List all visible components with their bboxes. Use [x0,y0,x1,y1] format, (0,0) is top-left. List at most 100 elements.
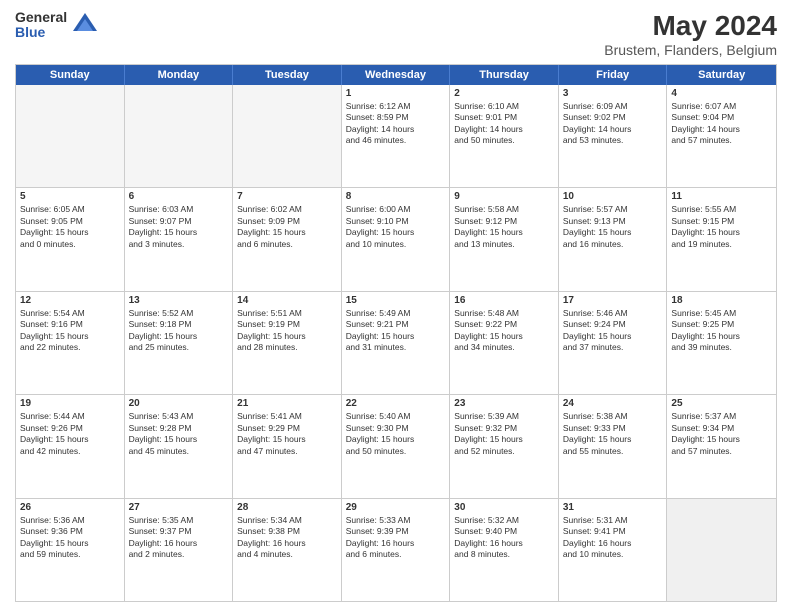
main-title: May 2024 [604,10,777,42]
calendar-cell [233,85,342,187]
cell-content: Sunrise: 6:12 AM Sunset: 8:59 PM Dayligh… [346,101,446,147]
calendar-cell: 25Sunrise: 5:37 AM Sunset: 9:34 PM Dayli… [667,395,776,497]
calendar-row: 26 Sunrise: 5:36 AM Sunset: 9:36 PM Dayli… [16,499,776,601]
calendar-cell: 7Sunrise: 6:02 AM Sunset: 9:09 PM Daylig… [233,188,342,290]
cell-content: Sunrise: 5:36 AM Sunset: 9:36 PM Dayligh… [20,515,120,561]
calendar-cell: 20Sunrise: 5:43 AM Sunset: 9:28 PM Dayli… [125,395,234,497]
calendar-cell: 3 Sunrise: 6:09 AM Sunset: 9:02 PM Daylig… [559,85,668,187]
day-number: 21 [237,398,337,409]
calendar-cell: 30 Sunrise: 5:32 AM Sunset: 9:40 PM Dayli… [450,499,559,601]
day-number: 2 [454,88,554,99]
cell-content: Sunrise: 5:34 AM Sunset: 9:38 PM Dayligh… [237,515,337,561]
cell-content: Sunrise: 6:09 AM Sunset: 9:02 PM Dayligh… [563,101,663,147]
calendar-cell: 31 Sunrise: 5:31 AM Sunset: 9:41 PM Dayli… [559,499,668,601]
day-number: 17 [563,295,663,306]
calendar-body: 1 Sunrise: 6:12 AM Sunset: 8:59 PM Daylig… [16,85,776,601]
day-number: 28 [237,502,337,513]
day-number: 20 [129,398,229,409]
day-number: 25 [671,398,772,409]
cell-content: Sunrise: 5:33 AM Sunset: 9:39 PM Dayligh… [346,515,446,561]
cell-content: Sunrise: 5:40 AM Sunset: 9:30 PM Dayligh… [346,411,446,457]
day-number: 19 [20,398,120,409]
weekday-header: Wednesday [342,65,451,85]
calendar-cell [125,85,234,187]
day-number: 26 [20,502,120,513]
calendar-cell: 17 Sunrise: 5:46 AM Sunset: 9:24 PM Dayli… [559,292,668,394]
header: General Blue May 2024 Brustem, Flanders,… [15,10,777,58]
cell-content: Sunrise: 5:52 AM Sunset: 9:18 PM Dayligh… [129,308,229,354]
day-number: 16 [454,295,554,306]
cell-content: Sunrise: 6:07 AM Sunset: 9:04 PM Dayligh… [671,101,772,147]
day-number: 3 [563,88,663,99]
title-block: May 2024 Brustem, Flanders, Belgium [604,10,777,58]
day-number: 31 [563,502,663,513]
cell-content: Sunrise: 5:51 AM Sunset: 9:19 PM Dayligh… [237,308,337,354]
calendar-cell: 14 Sunrise: 5:51 AM Sunset: 9:19 PM Dayli… [233,292,342,394]
day-number: 24 [563,398,663,409]
cell-content: Sunrise: 5:32 AM Sunset: 9:40 PM Dayligh… [454,515,554,561]
weekday-header: Friday [559,65,668,85]
cell-content: Sunrise: 5:38 AM Sunset: 9:33 PM Dayligh… [563,411,663,457]
calendar-cell: 4 Sunrise: 6:07 AM Sunset: 9:04 PM Daylig… [667,85,776,187]
calendar-row: 1 Sunrise: 6:12 AM Sunset: 8:59 PM Daylig… [16,85,776,188]
day-number: 11 [671,191,772,202]
day-number: 29 [346,502,446,513]
day-number: 14 [237,295,337,306]
calendar-cell: 24 Sunrise: 5:38 AM Sunset: 9:33 PM Dayli… [559,395,668,497]
calendar-cell: 15Sunrise: 5:49 AM Sunset: 9:21 PM Dayli… [342,292,451,394]
day-number: 27 [129,502,229,513]
cell-content: Sunrise: 5:49 AM Sunset: 9:21 PM Dayligh… [346,308,446,354]
day-number: 5 [20,191,120,202]
cell-content: Sunrise: 6:05 AM Sunset: 9:05 PM Dayligh… [20,204,120,250]
calendar-cell: 11 Sunrise: 5:55 AM Sunset: 9:15 PM Dayli… [667,188,776,290]
day-number: 13 [129,295,229,306]
cell-content: Sunrise: 5:31 AM Sunset: 9:41 PM Dayligh… [563,515,663,561]
cell-content: Sunrise: 6:10 AM Sunset: 9:01 PM Dayligh… [454,101,554,147]
calendar-cell: 21 Sunrise: 5:41 AM Sunset: 9:29 PM Dayli… [233,395,342,497]
day-number: 7 [237,191,337,202]
calendar-cell: 29 Sunrise: 5:33 AM Sunset: 9:39 PM Dayli… [342,499,451,601]
cell-content: Sunrise: 5:55 AM Sunset: 9:15 PM Dayligh… [671,204,772,250]
cell-content: Sunrise: 5:41 AM Sunset: 9:29 PM Dayligh… [237,411,337,457]
weekday-header: Thursday [450,65,559,85]
day-number: 6 [129,191,229,202]
day-number: 10 [563,191,663,202]
calendar-row: 5 Sunrise: 6:05 AM Sunset: 9:05 PM Daylig… [16,188,776,291]
cell-content: Sunrise: 5:45 AM Sunset: 9:25 PM Dayligh… [671,308,772,354]
logo-general: General [15,10,67,25]
calendar-cell: 8 Sunrise: 6:00 AM Sunset: 9:10 PM Daylig… [342,188,451,290]
calendar-cell [667,499,776,601]
cell-content: Sunrise: 5:46 AM Sunset: 9:24 PM Dayligh… [563,308,663,354]
calendar-cell: 22 Sunrise: 5:40 AM Sunset: 9:30 PM Dayli… [342,395,451,497]
day-number: 8 [346,191,446,202]
cell-content: Sunrise: 5:35 AM Sunset: 9:37 PM Dayligh… [129,515,229,561]
subtitle: Brustem, Flanders, Belgium [604,42,777,58]
calendar: SundayMondayTuesdayWednesdayThursdayFrid… [15,64,777,602]
calendar-cell: 10 Sunrise: 5:57 AM Sunset: 9:13 PM Dayli… [559,188,668,290]
cell-content: Sunrise: 6:00 AM Sunset: 9:10 PM Dayligh… [346,204,446,250]
day-number: 23 [454,398,554,409]
logo-blue: Blue [15,25,67,40]
weekday-header: Sunday [16,65,125,85]
cell-content: Sunrise: 6:03 AM Sunset: 9:07 PM Dayligh… [129,204,229,250]
day-number: 22 [346,398,446,409]
day-number: 12 [20,295,120,306]
calendar-cell: 12 Sunrise: 5:54 AM Sunset: 9:16 PM Dayli… [16,292,125,394]
day-number: 4 [671,88,772,99]
day-number: 30 [454,502,554,513]
calendar-cell: 6 Sunrise: 6:03 AM Sunset: 9:07 PM Daylig… [125,188,234,290]
calendar-row: 19Sunrise: 5:44 AM Sunset: 9:26 PM Dayli… [16,395,776,498]
calendar-cell: 19Sunrise: 5:44 AM Sunset: 9:26 PM Dayli… [16,395,125,497]
weekday-header: Monday [125,65,234,85]
logo-icon [71,11,99,39]
calendar-cell: 16Sunrise: 5:48 AM Sunset: 9:22 PM Dayli… [450,292,559,394]
cell-content: Sunrise: 5:57 AM Sunset: 9:13 PM Dayligh… [563,204,663,250]
calendar-cell: 5 Sunrise: 6:05 AM Sunset: 9:05 PM Daylig… [16,188,125,290]
day-number: 1 [346,88,446,99]
calendar-cell: 26 Sunrise: 5:36 AM Sunset: 9:36 PM Dayli… [16,499,125,601]
cell-content: Sunrise: 5:54 AM Sunset: 9:16 PM Dayligh… [20,308,120,354]
cell-content: Sunrise: 5:39 AM Sunset: 9:32 PM Dayligh… [454,411,554,457]
weekday-header: Saturday [667,65,776,85]
day-number: 18 [671,295,772,306]
weekday-header: Tuesday [233,65,342,85]
